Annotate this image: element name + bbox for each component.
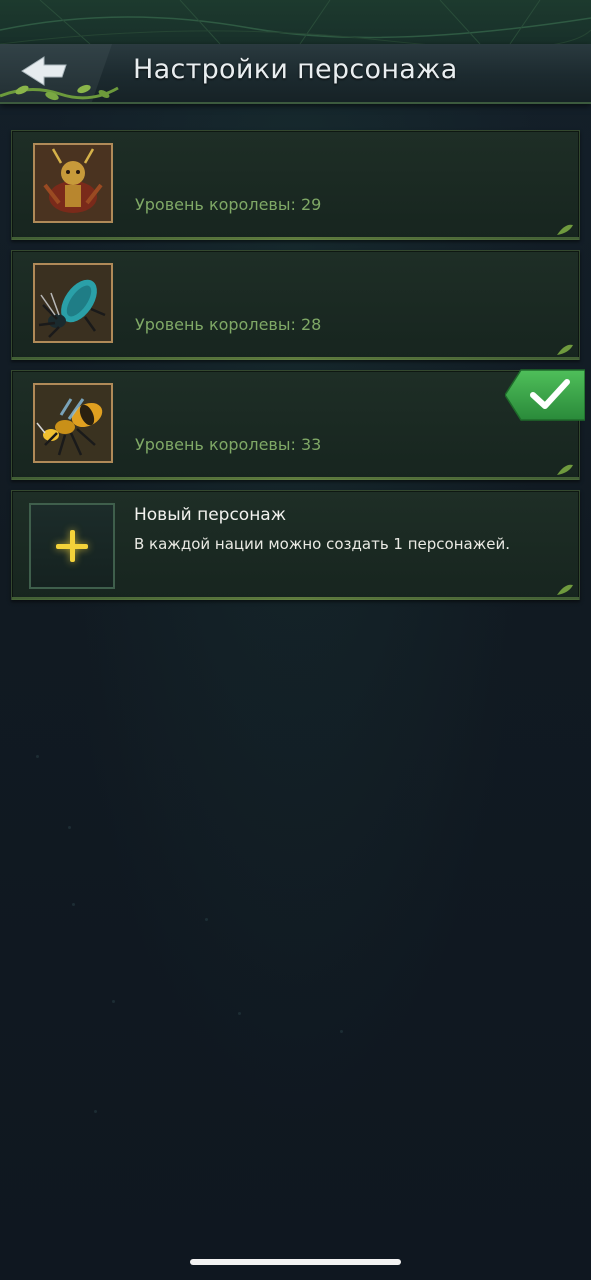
new-character-description: В каждой нации можно создать 1 персонаже… xyxy=(134,535,510,553)
leaf-icon xyxy=(557,224,573,235)
queen-level-label: Уровень королевы: 28 xyxy=(135,315,322,334)
character-settings-screen: Настройки персонажа Уровень королевы: 29 xyxy=(0,0,591,1280)
plus-icon-vertical xyxy=(70,530,75,562)
selected-check-icon xyxy=(505,369,585,421)
queen-level-label: Уровень королевы: 33 xyxy=(135,435,322,454)
vine-decoration xyxy=(0,84,119,101)
blue-beetle-ant-portrait xyxy=(33,263,113,343)
top-leaf-banner xyxy=(0,0,591,44)
character-card[interactable]: Уровень королевы: 29 xyxy=(11,130,580,240)
yellow-wasp-ant-portrait xyxy=(33,383,113,463)
character-card-selected[interactable]: Уровень королевы: 33 xyxy=(11,370,580,480)
character-card[interactable]: Уровень королевы: 28 xyxy=(11,250,580,360)
queen-level-label: Уровень королевы: 29 xyxy=(135,195,322,214)
add-character-button[interactable] xyxy=(29,503,115,589)
home-indicator[interactable] xyxy=(190,1259,401,1265)
background-particle xyxy=(72,903,75,906)
page-title: Настройки персонажа xyxy=(133,54,458,85)
leaf-icon xyxy=(557,584,573,595)
background-particle xyxy=(94,1110,97,1113)
background-particle xyxy=(238,1012,241,1015)
new-character-card[interactable]: Новый персонаж В каждой нации можно созд… xyxy=(11,490,580,600)
background-particle xyxy=(340,1030,343,1033)
leaf-icon xyxy=(557,464,573,475)
background-particle xyxy=(36,755,39,758)
background-particle xyxy=(112,1000,115,1003)
background-particle xyxy=(68,826,71,829)
background-particle xyxy=(205,918,208,921)
leaf-icon xyxy=(557,344,573,355)
warrior-ant-portrait xyxy=(33,143,113,223)
new-character-title: Новый персонаж xyxy=(134,505,287,525)
header-bar: Настройки персонажа xyxy=(0,44,591,104)
